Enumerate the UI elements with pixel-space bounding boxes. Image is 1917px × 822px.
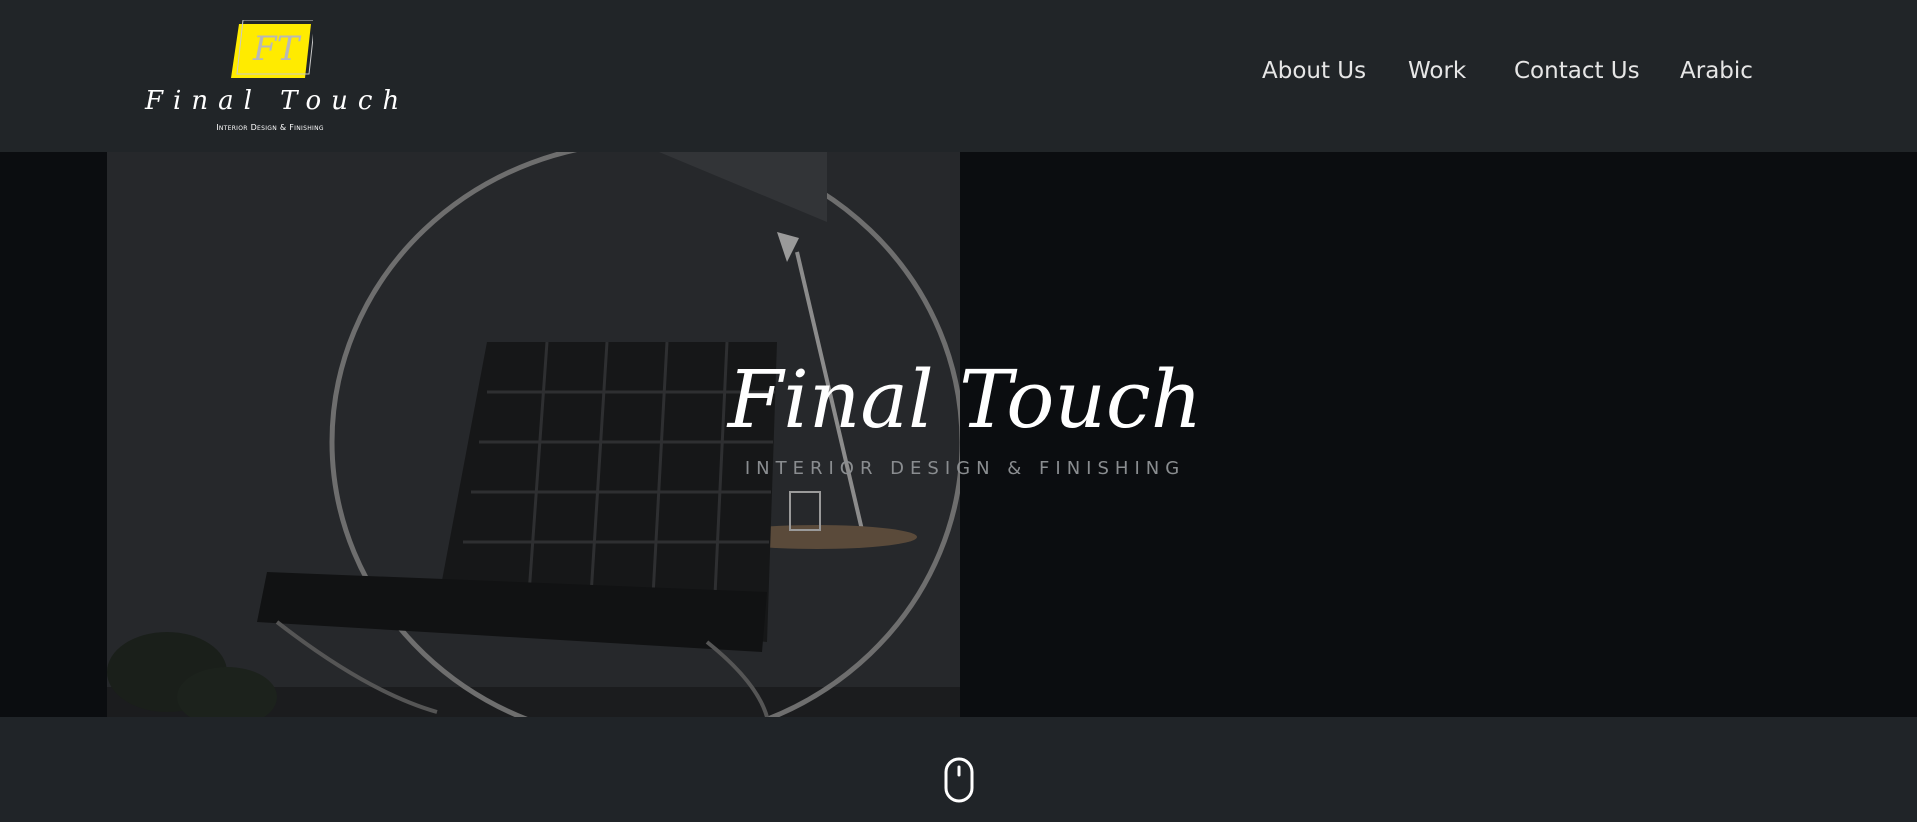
mouse-scroll-icon[interactable] <box>944 757 974 803</box>
logo-tagline: Interior Design & Finishing <box>216 123 324 132</box>
hero-subtitle: INTERIOR DESIGN & FINISHING <box>744 458 1186 479</box>
svg-text:FT: FT <box>252 29 302 69</box>
nav-arabic[interactable]: Arabic <box>1680 58 1753 84</box>
logo-script-text: Final Touch <box>145 86 410 116</box>
nav-contact-us[interactable]: Contact Us <box>1514 58 1640 84</box>
site-header: FT Final Touch Interior Design & Finishi… <box>0 0 1917 152</box>
nav-work[interactable]: Work <box>1408 58 1466 84</box>
hero-title: Final Touch <box>727 353 1203 446</box>
nav-about-us[interactable]: About Us <box>1262 58 1366 84</box>
hero-section: Final Touch INTERIOR DESIGN & FINISHING <box>0 152 1917 717</box>
logo[interactable]: FT Final Touch Interior Design & Finishi… <box>145 14 410 136</box>
logo-monogram-icon: FT <box>231 20 313 78</box>
